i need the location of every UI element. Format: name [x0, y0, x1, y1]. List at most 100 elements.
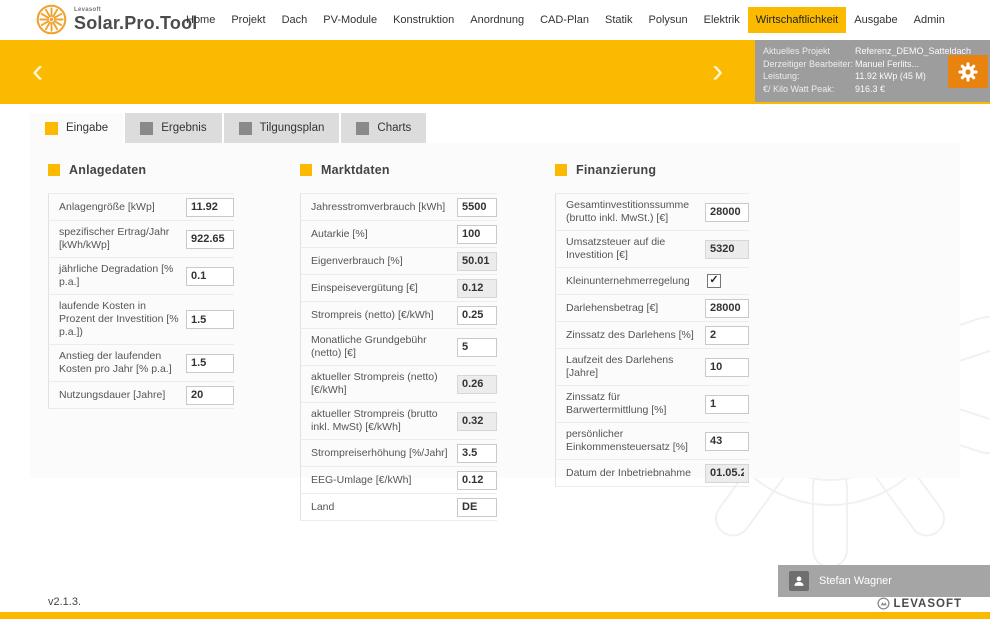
field-label: Autarkie [%]	[311, 226, 457, 243]
darlehensbetrag-input[interactable]	[705, 299, 749, 318]
section-header: Finanzierung	[555, 163, 749, 177]
tab-charts[interactable]: Charts	[341, 113, 426, 143]
nav-item-elektrik[interactable]: Elektrik	[696, 7, 748, 33]
form-row: Strompreis (netto) [€/kWh]	[300, 301, 497, 328]
form-row: Kleinunternehmerregelung✓	[555, 267, 749, 294]
section-title: Anlagedaten	[69, 163, 146, 177]
section-header: Marktdaten	[300, 163, 497, 177]
nav-item-statik[interactable]: Statik	[597, 7, 641, 33]
levasoft-brand: LEVASOFT	[877, 597, 962, 610]
user-avatar-icon	[789, 571, 809, 591]
form-row: Anstieg der laufenden Kosten pro Jahr [%…	[48, 344, 234, 381]
project-info-label: €/ Kilo Watt Peak:	[763, 83, 855, 96]
form-row: aktueller Strompreis (brutto inkl. MwSt)…	[300, 402, 497, 439]
form-row: aktueller Strompreis (netto) [€/kWh]	[300, 365, 497, 402]
next-arrow-button[interactable]: ›	[712, 54, 723, 88]
form-row: Darlehensbetrag [€]	[555, 294, 749, 321]
nav-item-pv-module[interactable]: PV-Module	[315, 7, 385, 33]
project-info-label: Aktuelles Projekt	[763, 45, 855, 58]
gesamtinvestitionssumme-brutto-inkl-mwst-input[interactable]	[705, 203, 749, 222]
zinssatz-des-darlehens-input[interactable]	[705, 326, 749, 345]
spezifischer-ertrag-jahr-kwh-kwp-input[interactable]	[186, 230, 234, 249]
laufende-kosten-in-prozent-der-investition-p-a-input[interactable]	[186, 310, 234, 329]
nav-item-cad-plan[interactable]: CAD-Plan	[532, 7, 597, 33]
version-label: v2.1.3.	[48, 596, 81, 608]
nav-item-anordnung[interactable]: Anordnung	[462, 7, 532, 33]
einspeiseverguetung-input	[457, 279, 497, 298]
nav-item-projekt[interactable]: Projekt	[223, 7, 273, 33]
eigenverbrauch-input	[457, 252, 497, 271]
form-row: Umsatzsteuer auf die Investition [€]	[555, 230, 749, 267]
nav-item-admin[interactable]: Admin	[906, 7, 953, 33]
tab-label: Charts	[377, 122, 411, 134]
persoenlicher-einkommensteuersatz-input[interactable]	[705, 432, 749, 451]
top-header: Levasoft Solar.Pro.Tool HomeProjektDachP…	[0, 0, 990, 40]
nav-item-wirtschaftlichkeit[interactable]: Wirtschaftlichkeit	[748, 7, 847, 33]
user-bar[interactable]: Stefan Wagner	[778, 565, 990, 597]
app-logo: Levasoft Solar.Pro.Tool	[36, 4, 197, 35]
field-label: laufende Kosten in Prozent der Investiti…	[59, 298, 186, 341]
app-window: Levasoft Solar.Pro.Tool HomeProjektDachP…	[0, 0, 990, 619]
umsatzsteuer-auf-die-investition-input	[705, 240, 749, 259]
form-row: Nutzungsdauer [Jahre]	[48, 381, 234, 409]
tab-eingabe[interactable]: Eingabe	[30, 113, 123, 143]
field-label: Gesamtinvestitionssumme (brutto inkl. Mw…	[566, 197, 705, 227]
nav-item-ausgabe[interactable]: Ausgabe	[846, 7, 905, 33]
monatliche-grundgebuehr-netto-input[interactable]	[457, 338, 497, 357]
form-row: laufende Kosten in Prozent der Investiti…	[48, 294, 234, 344]
tab-label: Eingabe	[66, 122, 108, 134]
form-row: Strompreiserhöhung [%/Jahr]	[300, 439, 497, 466]
laufzeit-des-darlehens-jahre-input[interactable]	[705, 358, 749, 377]
nutzungsdauer-jahre-input[interactable]	[186, 386, 234, 405]
tab-tilgungsplan[interactable]: Tilgungsplan	[224, 113, 340, 143]
field-label: jährliche Degradation [% p.a.]	[59, 261, 186, 291]
kleinunternehmerregelung-checkbox[interactable]: ✓	[707, 274, 721, 288]
field-label: Darlehensbetrag [€]	[566, 300, 705, 317]
gear-icon	[957, 61, 979, 83]
tab-ergebnis[interactable]: Ergebnis	[125, 113, 221, 143]
field-label: persönlicher Einkommensteuersatz [%]	[566, 426, 705, 456]
eeg-umlage-kwh-input[interactable]	[457, 471, 497, 490]
autarkie-input[interactable]	[457, 225, 497, 244]
field-label: Anstieg der laufenden Kosten pro Jahr [%…	[59, 348, 186, 378]
jahresstromverbrauch-kwh-input[interactable]	[457, 198, 497, 217]
field-label: spezifischer Ertrag/Jahr [kWh/kWp]	[59, 224, 186, 254]
form-row: Zinssatz des Darlehens [%]	[555, 321, 749, 348]
prev-arrow-button[interactable]: ‹	[32, 54, 43, 88]
field-label: Monatliche Grundgebühr (netto) [€]	[311, 332, 457, 362]
main-nav: HomeProjektDachPV-ModuleKonstruktionAnor…	[178, 0, 953, 40]
brand-text: LEVASOFT	[894, 598, 962, 610]
datum-der-inbetriebnahme-input	[705, 464, 749, 483]
nav-item-dach[interactable]: Dach	[274, 7, 316, 33]
field-label: Strompreiserhöhung [%/Jahr]	[311, 445, 457, 462]
settings-button[interactable]	[948, 55, 988, 88]
sun-logo-icon	[36, 4, 67, 35]
section-square-icon	[300, 164, 312, 176]
field-label: Eigenverbrauch [%]	[311, 253, 457, 270]
nav-item-konstruktion[interactable]: Konstruktion	[385, 7, 462, 33]
strompreis-netto-kwh-input[interactable]	[457, 306, 497, 325]
form-row: persönlicher Einkommensteuersatz [%]	[555, 422, 749, 459]
field-label: aktueller Strompreis (netto) [€/kWh]	[311, 369, 457, 399]
section-title: Finanzierung	[576, 163, 656, 177]
section-marktdaten: MarktdatenJahresstromverbrauch [kWh]Auta…	[300, 163, 497, 521]
anstieg-der-laufenden-kosten-pro-jahr-p-a-input[interactable]	[186, 354, 234, 373]
form-row: Autarkie [%]	[300, 220, 497, 247]
field-label: Kleinunternehmerregelung	[566, 273, 707, 290]
aktueller-strompreis-netto-kwh-input	[457, 375, 497, 394]
zinssatz-fuer-barwertermittlung-input[interactable]	[705, 395, 749, 414]
section-header: Anlagedaten	[48, 163, 234, 177]
form-row: Laufzeit des Darlehens [Jahre]	[555, 348, 749, 385]
tab-square-icon	[239, 122, 252, 135]
nav-item-home[interactable]: Home	[178, 7, 223, 33]
field-label: aktueller Strompreis (brutto inkl. MwSt)…	[311, 406, 457, 436]
section-square-icon	[555, 164, 567, 176]
nav-item-polysun[interactable]: Polysun	[641, 7, 696, 33]
project-info-label: Leistung:	[763, 70, 855, 83]
strompreiserhoehung-jahr-input[interactable]	[457, 444, 497, 463]
field-label: Laufzeit des Darlehens [Jahre]	[566, 352, 705, 382]
tab-square-icon	[356, 122, 369, 135]
jaehrliche-degradation-p-a-input[interactable]	[186, 267, 234, 286]
anlagengroesse-kwp-input[interactable]	[186, 198, 234, 217]
land-input[interactable]	[457, 498, 497, 517]
